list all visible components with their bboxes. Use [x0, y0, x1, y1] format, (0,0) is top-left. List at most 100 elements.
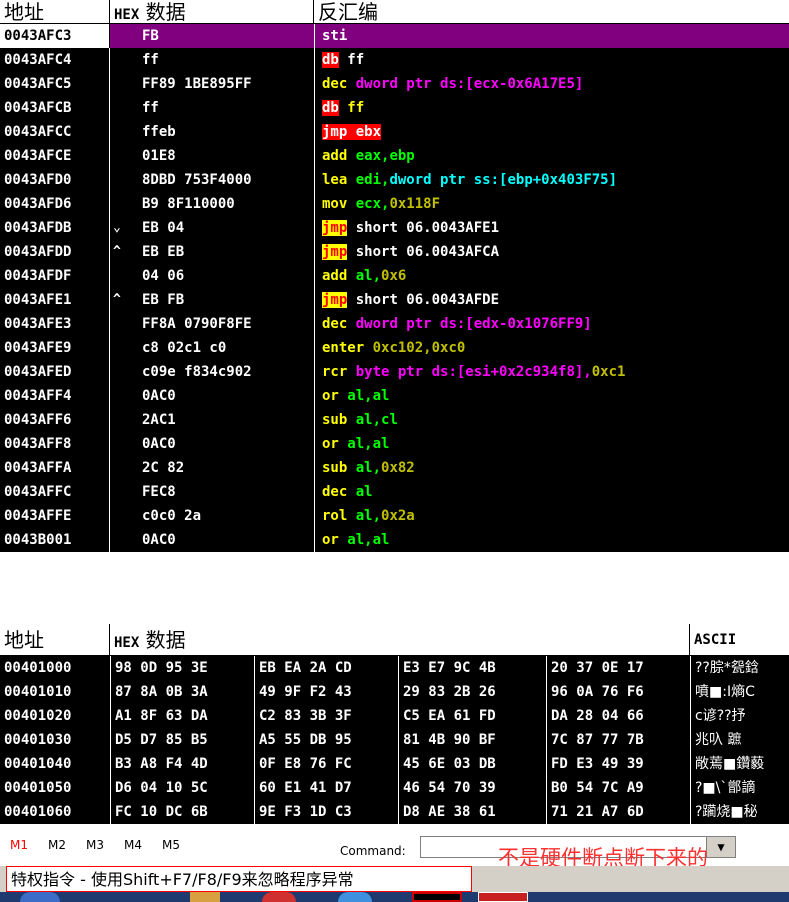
disasm-row[interactable]: 0043AFDB ⌄ EB 04 jmp short 06.0043AFE1 [0, 216, 789, 240]
tab-m4[interactable]: M4 [124, 838, 142, 852]
disasm-instruction: dec dword ptr ds:[edx-0x1076FF9] [322, 312, 789, 336]
tab-m5[interactable]: M5 [162, 838, 180, 852]
dump-bytes: E3 E7 9C 4B [398, 656, 534, 680]
disasm-address: 0043AFED [0, 360, 110, 384]
disasm-row[interactable]: 0043AFED c09e f834c902 rcr byte ptr ds:[es… [0, 360, 789, 384]
dump-ascii: 噴■:I熵C [690, 680, 789, 704]
instruction-token: db [322, 52, 339, 68]
dump-row[interactable]: 00401040 B3 A8 F4 4D 0F E8 76 FC 45 6E 03 D… [0, 752, 789, 776]
taskbar-button[interactable] [478, 892, 528, 902]
disasm-instruction: add eax,ebp [322, 144, 789, 168]
disasm-hex: B9 8F110000 [142, 196, 235, 212]
instruction-token: short 06.0043AFCA [347, 244, 500, 260]
dump-row[interactable]: 00401020 A1 8F 63 DA C2 83 3B 3F C5 EA 61 F… [0, 704, 789, 728]
disasm-address: 0043AFCE [0, 144, 110, 168]
instruction-token: or [322, 436, 339, 452]
disasm-row[interactable]: 0043AFFC FEC8 dec al [0, 480, 789, 504]
app-icon[interactable] [262, 892, 296, 902]
dump-row[interactable]: 00401000 98 0D 95 3E EB EA 2A CD E3 E7 9C 4… [0, 656, 789, 680]
debugger-taskbar-icon[interactable] [412, 892, 462, 902]
browser-icon[interactable] [338, 892, 372, 902]
dump-header-address[interactable]: 地址 [0, 624, 110, 656]
disasm-row[interactable]: 0043AFCE 01E8 add eax,ebp [0, 144, 789, 168]
disasm-hex: 0AC0 [142, 532, 176, 548]
disasm-row[interactable]: 0043B001 0AC0 or al,al [0, 528, 789, 552]
disasm-row[interactable]: 0043AFF8 0AC0 or al,al [0, 432, 789, 456]
disasm-row[interactable]: 0043AFE9 c8 02c1 c0 enter 0xc102,0xc0 [0, 336, 789, 360]
dump-header-hex[interactable]: HEX 数据 [110, 624, 690, 656]
disasm-address: 0043AFE1 [0, 288, 110, 312]
disasm-row[interactable]: 0043AFC4 ff db ff [0, 48, 789, 72]
dump-bytes: D8 AE 38 61 [398, 800, 534, 824]
disasm-row[interactable]: 0043AFCC ffeb jmp ebx [0, 120, 789, 144]
disasm-hex: c8 02c1 c0 [142, 340, 227, 356]
dump-bytes: 87 8A 0B 3A [110, 680, 246, 704]
instruction-token: short 06.0043AFE1 [347, 220, 500, 236]
dump-ascii: ??腙*㼝鋡 [690, 656, 789, 680]
column-header-disasm[interactable]: 反汇编 [314, 0, 789, 24]
disasm-hex: 2C 82 [142, 460, 185, 476]
dump-row[interactable]: 00401030 D5 D7 85 B5 A5 55 DB 95 81 4B 90 B… [0, 728, 789, 752]
dump-header-ascii[interactable]: ASCII [690, 624, 789, 656]
column-header-hex[interactable]: HEX 数据 [110, 0, 314, 24]
dump-ascii: ?■\`鄫謫 [690, 776, 789, 800]
instruction-token: jmp ebx [322, 124, 382, 140]
dump-hex-en: HEX [114, 635, 140, 651]
column-header-address[interactable]: 地址 [0, 0, 110, 24]
dump-bytes: A5 55 DB 95 [254, 728, 390, 752]
disasm-row[interactable]: 0043AFDD ^ EB EB jmp short 06.0043AFCA [0, 240, 789, 264]
disasm-row[interactable]: 0043AFF6 2AC1 sub al,cl [0, 408, 789, 432]
disasm-row[interactable]: 0043AFD0 8DBD 753F4000 lea edi,dword ptr s… [0, 168, 789, 192]
disasm-row[interactable]: 0043AFC5 FF89 1BE895FF dec dword ptr ds:[e… [0, 72, 789, 96]
disasm-row[interactable]: 0043AFE1 ^ EB FB jmp short 06.0043AFDE [0, 288, 789, 312]
column-divider [314, 384, 315, 408]
instruction-token: db [322, 100, 339, 116]
dump-pane[interactable]: 00401000 98 0D 95 3E EB EA 2A CD E3 E7 9C 4… [0, 656, 789, 824]
chevron-down-icon[interactable]: ▼ [706, 836, 736, 858]
disasm-hex: 04 06 [142, 268, 185, 284]
disasm-address: 0043AFFA [0, 456, 110, 480]
disasm-instruction: dec al [322, 480, 789, 504]
dump-bytes: 45 6E 03 DB [398, 752, 534, 776]
column-divider [314, 432, 315, 456]
dump-bytes: 29 83 2B 26 [398, 680, 534, 704]
dump-row[interactable]: 00401060 FC 10 DC 6B 9E F3 1D C3 D8 AE 38 6… [0, 800, 789, 824]
disasm-row[interactable]: 0043AFCB ff db ff [0, 96, 789, 120]
dump-row[interactable]: 00401010 87 8A 0B 3A 49 9F F2 43 29 83 2B 2… [0, 680, 789, 704]
disasm-hex: ffeb [142, 124, 176, 140]
instruction-token: add [322, 148, 348, 164]
tab-m1[interactable]: M1 [10, 838, 28, 852]
disasm-instruction: lea edi,dword ptr ss:[ebp+0x403F75] [322, 168, 789, 192]
dump-bytes: 0F E8 76 FC [254, 752, 390, 776]
dump-bytes: 9E F3 1D C3 [254, 800, 390, 824]
dump-row[interactable]: 00401050 D6 04 10 5C 60 E1 41 D7 46 54 70 3… [0, 776, 789, 800]
dump-address: 00401000 [4, 660, 72, 676]
disasm-row[interactable]: 0043AFC3 FB sti [0, 24, 789, 48]
disasm-hex: c09e f834c902 [142, 364, 252, 380]
dump-bytes: 20 37 0E 17 [546, 656, 682, 680]
disasm-row[interactable]: 0043AFE3 FF8A 0790F8FE dec dword ptr ds:[e… [0, 312, 789, 336]
column-divider [314, 408, 315, 432]
tab-m3[interactable]: M3 [86, 838, 104, 852]
dump-bytes: FC 10 DC 6B [110, 800, 246, 824]
disassembly-pane[interactable]: 地址 HEX 数据 反汇编 0043AFC3 FB sti 0043AFC4 ff db … [0, 0, 789, 552]
disasm-row[interactable]: 0043AFFA 2C 82 sub al,0x82 [0, 456, 789, 480]
jump-arrow-icon: ⌄ [113, 220, 121, 235]
disasm-hex: 0AC0 [142, 436, 176, 452]
column-divider [314, 144, 315, 168]
hex-header-cn: 数据 [139, 0, 186, 24]
disasm-row[interactable]: 0043AFDF 04 06 add al,0x6 [0, 264, 789, 288]
disasm-row[interactable]: 0043AFD6 B9 8F110000 mov ecx,0x118F [0, 192, 789, 216]
folder-icon[interactable] [190, 892, 220, 902]
start-icon[interactable] [20, 892, 60, 902]
disasm-address: 0043AFC5 [0, 72, 110, 96]
disasm-address: 0043AFDD [0, 240, 110, 264]
disasm-row[interactable]: 0043AFF4 0AC0 or al,al [0, 384, 789, 408]
instruction-token: dec [322, 484, 348, 500]
status-bar: 特权指令 - 使用Shift+F7/F8/F9来忽略程序异常 [0, 866, 789, 892]
disasm-address: 0043AFD0 [0, 168, 110, 192]
instruction-token: al,al [338, 388, 390, 404]
instruction-token: enter [322, 340, 365, 356]
tab-m2[interactable]: M2 [48, 838, 66, 852]
disasm-row[interactable]: 0043AFFE c0c0 2a rol al,0x2a [0, 504, 789, 528]
